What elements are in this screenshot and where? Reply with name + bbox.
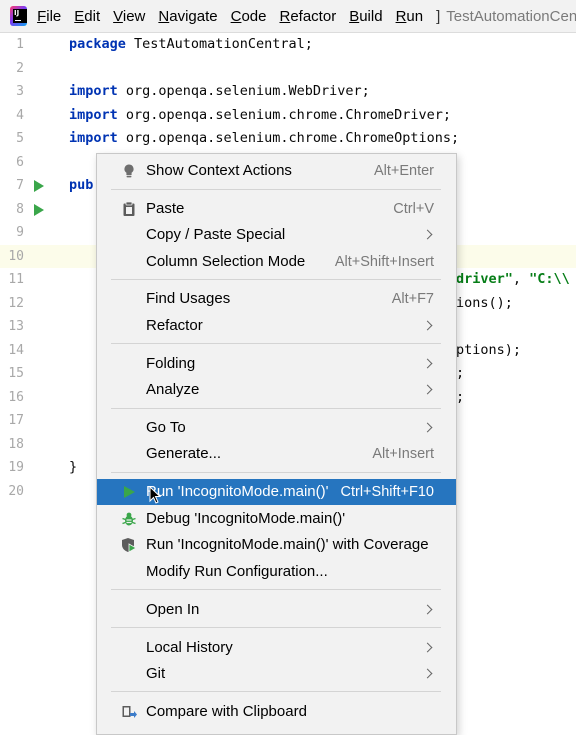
debug-bug-icon <box>122 512 136 526</box>
menu-analyze[interactable]: Analyze <box>97 377 456 403</box>
run-gutter-icon[interactable] <box>34 203 44 216</box>
code-text: import org.openqa.selenium.chrome.Chrome… <box>69 106 452 123</box>
menu-local-history[interactable]: Local History <box>97 635 456 661</box>
code-text: pub <box>69 177 94 193</box>
menu-view[interactable]: View <box>113 8 145 25</box>
intellij-logo-icon: IJ <box>10 6 28 26</box>
run-icon <box>124 486 135 498</box>
code-line-3: 3 import org.openqa.selenium.WebDriver; <box>0 80 576 104</box>
chevron-right-icon <box>422 384 433 395</box>
menu-separator <box>111 343 441 344</box>
line-number: 11 <box>8 272 24 287</box>
line-number: 6 <box>16 154 24 170</box>
code-text: ; <box>456 388 465 405</box>
chevron-right-icon <box>422 358 433 369</box>
menu-separator <box>111 279 441 280</box>
menu-show-context-actions[interactable]: Show Context Actions Alt+Enter <box>97 158 456 184</box>
line-number: 3 <box>16 84 24 99</box>
line-number: 7 <box>16 178 24 193</box>
line-number: 1 <box>16 37 24 52</box>
line-number: 5 <box>16 131 24 146</box>
menu-overflow-bracket: ] <box>436 7 441 25</box>
line-number: 9 <box>16 225 24 240</box>
menu-copy-paste-special[interactable]: Copy / Paste Special <box>97 222 456 248</box>
menu-build[interactable]: Build <box>349 8 382 25</box>
menu-bar: IJ File Edit View Navigate Code Refactor… <box>0 0 576 33</box>
compare-icon <box>122 706 137 718</box>
menu-separator <box>111 408 441 409</box>
coverage-shield-icon <box>122 538 137 553</box>
menu-separator <box>111 691 441 692</box>
line-number: 15 <box>8 366 24 381</box>
menu-file[interactable]: File <box>37 8 61 25</box>
menu-compare-with-clipboard[interactable]: Compare with Clipboard <box>97 699 456 725</box>
window-title: TestAutomationCentral <box>446 7 576 25</box>
chevron-right-icon <box>422 668 433 679</box>
menu-edit[interactable]: Edit <box>74 8 100 25</box>
line-number: 10 <box>8 248 24 264</box>
menu-folding[interactable]: Folding <box>97 351 456 377</box>
line-number: 14 <box>8 342 24 358</box>
line-number: 2 <box>16 60 24 76</box>
line-number: 18 <box>8 436 24 452</box>
lightbulb-icon <box>124 164 134 178</box>
line-number: 16 <box>8 389 24 405</box>
menu-column-selection-mode[interactable]: Column Selection Mode Alt+Shift+Insert <box>97 249 456 275</box>
chevron-right-icon <box>422 320 433 331</box>
run-gutter-icon[interactable] <box>34 180 44 192</box>
menu-refactor[interactable]: Refactor <box>97 313 456 339</box>
code-line-4: 4 import org.openqa.selenium.chrome.Chro… <box>0 104 576 128</box>
menu-go-to[interactable]: Go To <box>97 415 456 441</box>
code-text: import org.openqa.selenium.WebDriver; <box>69 83 370 99</box>
menu-code[interactable]: Code <box>231 8 267 25</box>
line-number: 12 <box>8 295 24 311</box>
line-number: 20 <box>8 483 24 499</box>
chevron-right-icon <box>422 604 433 615</box>
line-number: 17 <box>8 413 24 428</box>
line-number: 13 <box>8 319 24 334</box>
code-text: ; <box>456 365 465 381</box>
code-line-1: 1 package TestAutomationCentral; <box>0 33 576 57</box>
line-number: 19 <box>8 460 24 475</box>
mouse-cursor-icon <box>149 486 161 504</box>
chevron-right-icon <box>422 642 433 653</box>
menu-open-in[interactable]: Open In <box>97 597 456 623</box>
menu-find-usages[interactable]: Find Usages Alt+F7 <box>97 286 456 312</box>
chevron-right-icon <box>422 422 433 433</box>
menu-separator <box>111 589 441 590</box>
code-text: package TestAutomationCentral; <box>69 36 313 52</box>
menu-navigate[interactable]: Navigate <box>158 8 217 25</box>
clipboard-icon <box>123 201 135 216</box>
code-text: ions(); <box>456 294 513 311</box>
menu-debug-main[interactable]: Debug 'IncognitoMode.main()' <box>97 506 456 532</box>
menu-paste[interactable]: Paste Ctrl+V <box>97 196 456 222</box>
menu-run-with-coverage[interactable]: Run 'IncognitoMode.main()' with Coverage <box>97 532 456 558</box>
line-number: 4 <box>16 107 24 123</box>
chevron-right-icon <box>422 229 433 240</box>
code-line-5: 5 import org.openqa.selenium.chrome.Chro… <box>0 127 576 151</box>
code-text: driver", "C:\\ <box>456 271 570 287</box>
line-number: 8 <box>16 201 24 217</box>
code-text: } <box>69 459 78 475</box>
menu-git[interactable]: Git <box>97 661 456 687</box>
code-text: import org.openqa.selenium.chrome.Chrome… <box>69 130 460 146</box>
menu-modify-run-configuration[interactable]: Modify Run Configuration... <box>97 559 456 585</box>
code-line-2: 2 <box>0 57 576 81</box>
menu-run[interactable]: Run <box>396 8 424 25</box>
menu-separator <box>111 189 441 190</box>
menu-separator <box>111 472 441 473</box>
editor-context-menu: Show Context Actions Alt+Enter Paste Ctr… <box>96 153 457 735</box>
menu-refactor[interactable]: Refactor <box>279 8 336 25</box>
menu-separator <box>111 627 441 628</box>
menu-generate[interactable]: Generate... Alt+Insert <box>97 441 456 467</box>
code-text: ptions); <box>456 341 522 358</box>
